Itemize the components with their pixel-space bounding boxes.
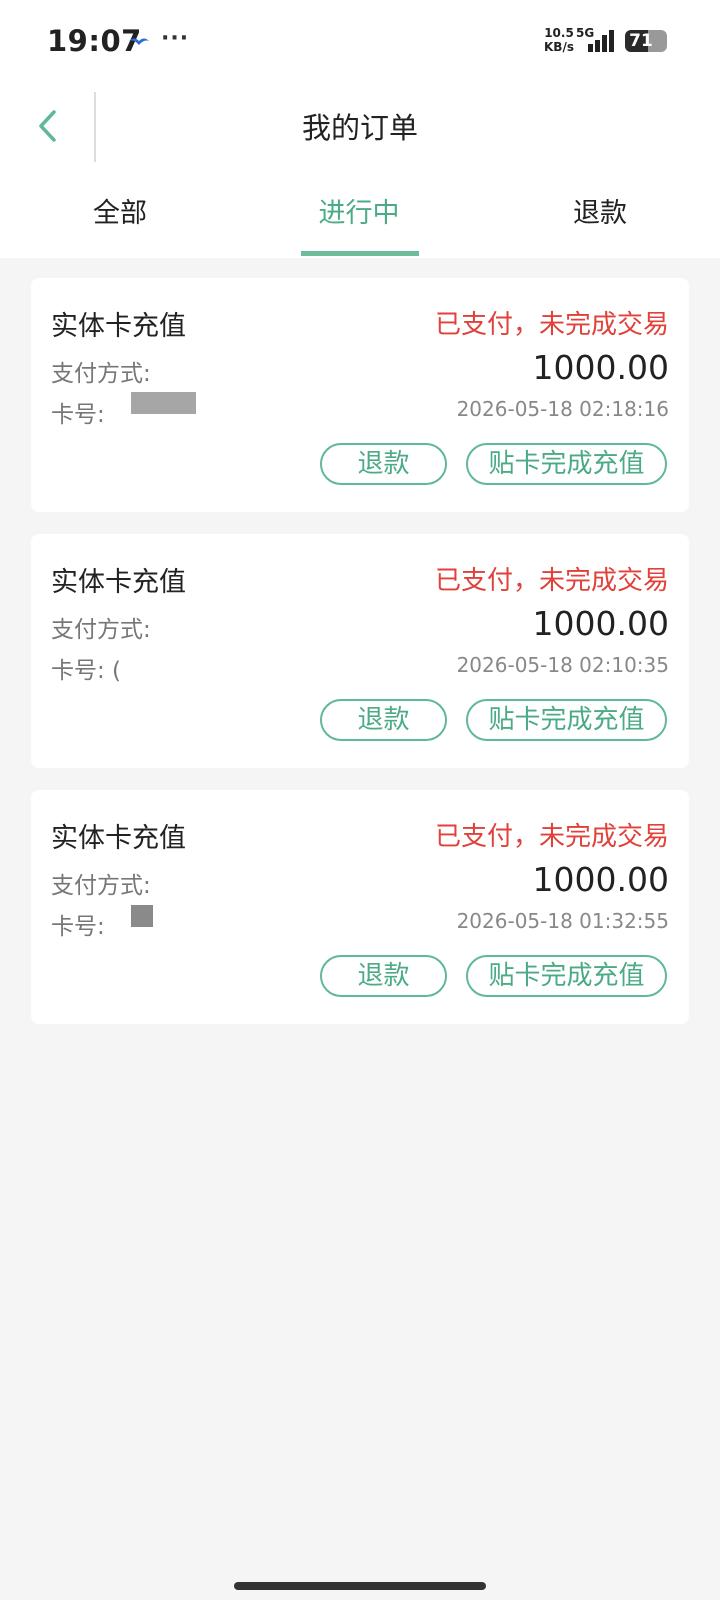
- order-amount: 1000.00: [532, 604, 669, 643]
- order-status: 已支付，未完成交易: [434, 310, 669, 340]
- home-indicator[interactable]: [234, 1582, 486, 1590]
- status-bar: 19:07 ··· 10.5 KB/s 5G 71: [0, 0, 720, 84]
- card-number-label: 卡号:: [51, 914, 105, 940]
- tap-card-recharge-button[interactable]: 贴卡完成充值: [466, 443, 667, 485]
- order-title: 实体卡充值: [51, 567, 186, 598]
- active-tab-indicator: [301, 251, 419, 256]
- refund-button[interactable]: 退款: [320, 699, 447, 741]
- nav-divider: [94, 92, 96, 162]
- tap-card-recharge-button[interactable]: 贴卡完成充值: [466, 699, 667, 741]
- order-time: 2026-05-18 02:18:16: [456, 397, 669, 421]
- tab-refund[interactable]: 退款: [550, 184, 650, 258]
- tap-card-recharge-button[interactable]: 贴卡完成充值: [466, 955, 667, 997]
- order-card: 实体卡充值 已支付，未完成交易 支付方式: 1000.00 卡号: 2026-0…: [31, 278, 689, 512]
- card-number-redacted: [131, 905, 153, 927]
- order-status: 已支付，未完成交易: [434, 566, 669, 596]
- order-title: 实体卡充值: [51, 311, 186, 342]
- card-number-label: 卡号:: [51, 402, 105, 428]
- nav-bar: 我的订单: [0, 86, 720, 170]
- bird-icon: [129, 38, 149, 45]
- battery-level: 71: [629, 31, 653, 51]
- order-time: 2026-05-18 02:10:35: [456, 653, 669, 677]
- order-title: 实体卡充值: [51, 823, 186, 854]
- order-time: 2026-05-18 01:32:55: [456, 909, 669, 933]
- order-card: 实体卡充值 已支付，未完成交易 支付方式: 1000.00 卡号: 2026-0…: [31, 790, 689, 1024]
- order-amount: 1000.00: [532, 348, 669, 387]
- network-speed-unit: KB/s: [544, 40, 574, 54]
- payment-method-label: 支付方式:: [51, 873, 151, 899]
- battery-icon: 71: [625, 30, 667, 52]
- refund-button[interactable]: 退款: [320, 955, 447, 997]
- order-card: 实体卡充值 已支付，未完成交易 支付方式: 1000.00 卡号: ( 2026…: [31, 534, 689, 768]
- order-list: 实体卡充值 已支付，未完成交易 支付方式: 1000.00 卡号: 2026-0…: [31, 278, 689, 1046]
- network-speed-value: 10.5: [544, 26, 574, 40]
- order-amount: 1000.00: [532, 860, 669, 899]
- payment-method-label: 支付方式:: [51, 361, 151, 387]
- card-number-label: 卡号: (: [51, 658, 122, 684]
- refund-button[interactable]: 退款: [320, 443, 447, 485]
- more-notifications-icon: ···: [161, 26, 190, 51]
- network-speed: 10.5 KB/s: [540, 26, 578, 54]
- tab-all[interactable]: 全部: [70, 184, 170, 258]
- payment-method-label: 支付方式:: [51, 617, 151, 643]
- tab-in-progress[interactable]: 进行中: [300, 184, 418, 258]
- chevron-left-icon: [39, 110, 56, 142]
- signal-icon: [588, 30, 614, 52]
- header-area: 19:07 ··· 10.5 KB/s 5G 71 我的订单 全部 进行中 退款: [0, 0, 720, 258]
- card-number-redacted: [131, 392, 196, 414]
- back-button[interactable]: [28, 102, 68, 150]
- order-status: 已支付，未完成交易: [434, 822, 669, 852]
- page-title: 我的订单: [301, 111, 418, 145]
- order-tabs: 全部 进行中 退款: [0, 184, 720, 258]
